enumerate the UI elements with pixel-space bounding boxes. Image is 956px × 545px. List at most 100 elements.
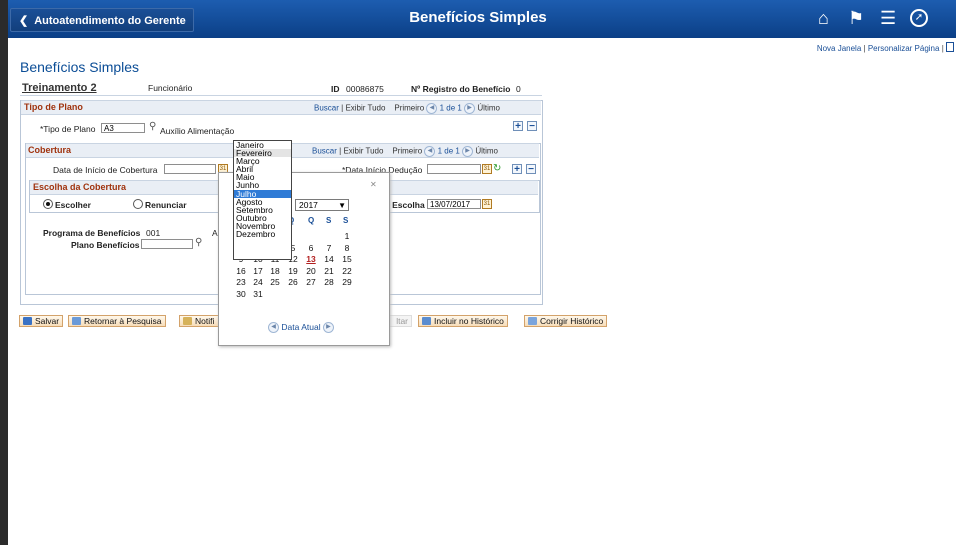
election-date-input[interactable]: 13/07/2017 bbox=[427, 199, 481, 209]
radio-dot bbox=[46, 202, 50, 206]
calendar-day[interactable]: 27 bbox=[304, 277, 318, 287]
current-date-link[interactable]: Data Atual bbox=[281, 322, 320, 332]
return-to-search-button[interactable]: Retornar à Pesquisa bbox=[68, 315, 166, 327]
delete-row-button[interactable]: − bbox=[526, 164, 536, 175]
calendar-day[interactable]: 18 bbox=[268, 266, 282, 276]
page-title: Benefícios Simples bbox=[20, 59, 140, 75]
weekday-header: S bbox=[326, 216, 332, 225]
row-range: 1 de 1 bbox=[437, 146, 460, 156]
home-icon[interactable]: ⌂ bbox=[818, 8, 829, 28]
lookup-icon[interactable]: ⚲ bbox=[149, 121, 156, 132]
coverage-start-label: Data de Início de Cobertura bbox=[53, 165, 158, 175]
calendar-day[interactable]: 7 bbox=[322, 243, 336, 253]
elect-label: Escolher bbox=[55, 200, 91, 210]
personalize-page-link[interactable]: Personalizar Página bbox=[868, 44, 940, 53]
flag-icon[interactable]: ⚑ bbox=[848, 8, 864, 28]
calendar-day[interactable]: 21 bbox=[322, 266, 336, 276]
plan-type-input[interactable]: A3 bbox=[101, 123, 145, 133]
calendar-day[interactable]: 28 bbox=[322, 277, 336, 287]
calendar-day[interactable]: 31 bbox=[251, 289, 265, 299]
previous-month-icon[interactable]: ◀ bbox=[268, 322, 279, 334]
waive-radio[interactable] bbox=[133, 199, 143, 209]
election-date-label: a Escolha bbox=[385, 200, 425, 210]
view-all-link[interactable]: Exibir Tudo bbox=[343, 147, 383, 156]
find-link[interactable]: Buscar bbox=[312, 147, 337, 156]
link-separator: | bbox=[941, 44, 944, 53]
calendar-day[interactable]: 17 bbox=[251, 266, 265, 276]
month-option[interactable]: Dezembro bbox=[234, 230, 291, 239]
calendar-day[interactable]: 6 bbox=[304, 243, 318, 253]
lookup-icon[interactable]: ⚲ bbox=[195, 237, 202, 248]
new-window-link[interactable]: Nova Janela bbox=[817, 44, 861, 53]
calendar-day[interactable]: 25 bbox=[268, 277, 282, 287]
calendar-day[interactable]: 20 bbox=[304, 266, 318, 276]
include-history-button[interactable]: Incluir no Histórico bbox=[418, 315, 508, 327]
benefit-program-label: Programa de Benefícios bbox=[43, 228, 141, 238]
calendar-icon[interactable]: 31 bbox=[482, 164, 492, 174]
weekday-header: Q bbox=[308, 216, 315, 225]
return-label: Retornar à Pesquisa bbox=[84, 316, 162, 326]
employee-role: Funcionário bbox=[148, 83, 193, 93]
calendar-day[interactable]: 23 bbox=[234, 277, 248, 287]
deduction-start-input[interactable] bbox=[427, 164, 481, 174]
return-icon bbox=[72, 317, 81, 325]
calendar-day[interactable]: 22 bbox=[340, 266, 354, 276]
chevron-down-icon: ▼ bbox=[338, 201, 346, 210]
calendar-day[interactable]: 1 bbox=[340, 231, 354, 241]
current-date-control[interactable]: ◀ Data Atual ▶ bbox=[268, 322, 334, 334]
calendar-day[interactable]: 14 bbox=[322, 254, 336, 264]
row-range: 1 de 1 bbox=[439, 103, 462, 113]
close-icon[interactable]: ✕ bbox=[370, 180, 377, 189]
correct-history-label: Corrigir Histórico bbox=[540, 316, 604, 326]
coverage-choice-title: Escolha da Cobertura bbox=[33, 182, 127, 192]
menu-icon[interactable]: ☰ bbox=[880, 8, 896, 28]
calendar-day[interactable]: 15 bbox=[340, 254, 354, 264]
notify-icon bbox=[183, 317, 192, 325]
benefit-plan-input[interactable] bbox=[141, 239, 193, 249]
benefit-record-value: 0 bbox=[516, 84, 521, 94]
refresh-icon[interactable]: ↻ bbox=[493, 163, 501, 174]
previous-icon[interactable]: ◀ bbox=[426, 103, 438, 114]
first-label: Primeiro bbox=[394, 103, 425, 113]
calendar-icon[interactable]: 31 bbox=[482, 199, 492, 209]
waive-label: Renunciar bbox=[145, 200, 187, 210]
include-history-label: Incluir no Histórico bbox=[434, 316, 504, 326]
month-dropdown-list[interactable]: Janeiro Fevereiro Março Abril Maio Junho Julho… bbox=[233, 140, 292, 260]
coverage-nav: Buscar | Exibir Tudo Primeiro ◀ 1 de 1 ▶… bbox=[312, 146, 498, 157]
calendar-day[interactable]: 13 bbox=[304, 254, 318, 264]
compass-icon[interactable]: ➚ bbox=[910, 9, 928, 27]
calendar-day[interactable]: 8 bbox=[340, 243, 354, 253]
next-icon[interactable]: ▶ bbox=[462, 146, 474, 157]
calendar-day[interactable]: 24 bbox=[251, 277, 265, 287]
view-all-link[interactable]: Exibir Tudo bbox=[345, 104, 385, 113]
help-icon[interactable] bbox=[946, 42, 954, 52]
elect-radio[interactable] bbox=[43, 199, 53, 209]
page-header-title: Benefícios Simples bbox=[409, 9, 547, 26]
save-button[interactable]: Salvar bbox=[19, 315, 64, 327]
correct-history-icon bbox=[528, 317, 537, 325]
previous-icon[interactable]: ◀ bbox=[424, 146, 436, 157]
year-value: 2017 bbox=[299, 200, 318, 210]
coverage-start-input[interactable] bbox=[164, 164, 216, 174]
save-label: Salvar bbox=[35, 316, 60, 326]
next-month-icon[interactable]: ▶ bbox=[322, 322, 334, 334]
id-value: 00086875 bbox=[346, 84, 384, 94]
correct-history-button[interactable]: Corrigir Histórico bbox=[524, 315, 608, 327]
next-icon[interactable]: ▶ bbox=[464, 103, 476, 114]
employee-name: Treinamento 2 bbox=[22, 82, 97, 94]
year-select[interactable]: 2017 ▼ bbox=[295, 199, 349, 211]
id-label: ID bbox=[331, 84, 340, 94]
add-row-button[interactable]: + bbox=[512, 164, 522, 175]
find-link[interactable]: Buscar bbox=[314, 104, 339, 113]
save-icon bbox=[23, 317, 32, 325]
calendar-day[interactable]: 29 bbox=[340, 277, 354, 287]
last-label: Último bbox=[475, 146, 498, 156]
plan-type-nav: Buscar | Exibir Tudo Primeiro ◀ 1 de 1 ▶… bbox=[314, 103, 500, 114]
add-row-button[interactable]: + bbox=[513, 121, 523, 132]
calendar-day[interactable]: 26 bbox=[286, 277, 300, 287]
calendar-day[interactable]: 19 bbox=[286, 266, 300, 276]
calendar-day[interactable]: 30 bbox=[234, 289, 248, 299]
calendar-day[interactable]: 16 bbox=[234, 266, 248, 276]
delete-row-button[interactable]: − bbox=[527, 121, 537, 132]
notify-button[interactable]: Notifi bbox=[179, 315, 219, 327]
